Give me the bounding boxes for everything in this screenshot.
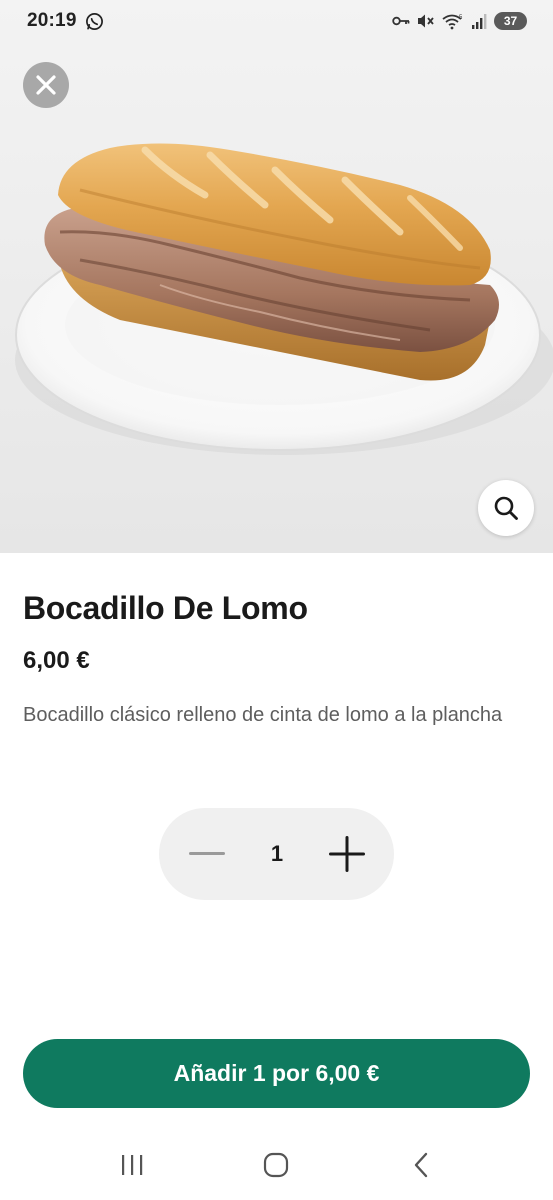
decrease-quantity-button[interactable] — [187, 834, 227, 874]
zoom-image-button[interactable] — [478, 480, 534, 536]
whatsapp-icon — [85, 12, 104, 31]
status-bar: 20:19 5 37 — [0, 0, 553, 42]
quantity-value: 1 — [270, 841, 284, 866]
close-button[interactable] — [23, 62, 69, 108]
wifi-icon: 5 — [442, 13, 464, 30]
quantity-stepper: 1 — [159, 808, 394, 900]
product-description: Bocadillo clásico relleno de cinta de lo… — [23, 704, 503, 726]
search-icon — [494, 496, 518, 520]
battery-level: 37 — [503, 14, 518, 28]
signal-icon — [471, 13, 487, 29]
status-time: 20:19 — [27, 10, 77, 31]
add-to-order-label: Añadir 1 por 6,00 € — [173, 1060, 380, 1086]
product-price: 6,00 € — [23, 647, 90, 674]
recent-apps-button[interactable] — [102, 1135, 162, 1195]
back-button[interactable] — [391, 1135, 451, 1195]
product-image — [0, 0, 553, 553]
home-icon — [264, 1152, 289, 1178]
minus-icon — [189, 852, 225, 855]
increase-quantity-button[interactable] — [327, 834, 367, 874]
product-title: Bocadillo De Lomo — [23, 590, 308, 626]
back-icon — [414, 1152, 428, 1178]
key-icon — [392, 15, 410, 27]
system-navigation-bar — [0, 1130, 553, 1200]
close-icon — [36, 75, 56, 95]
recent-apps-icon — [122, 1155, 143, 1175]
svg-text:5: 5 — [459, 15, 463, 21]
sandwich-photo — [15, 143, 553, 455]
add-to-order-button[interactable]: Añadir 1 por 6,00 € — [23, 1039, 530, 1108]
home-button[interactable] — [246, 1135, 306, 1195]
mute-icon — [417, 13, 435, 29]
battery-icon: 37 — [494, 12, 527, 30]
plus-icon — [329, 836, 365, 872]
